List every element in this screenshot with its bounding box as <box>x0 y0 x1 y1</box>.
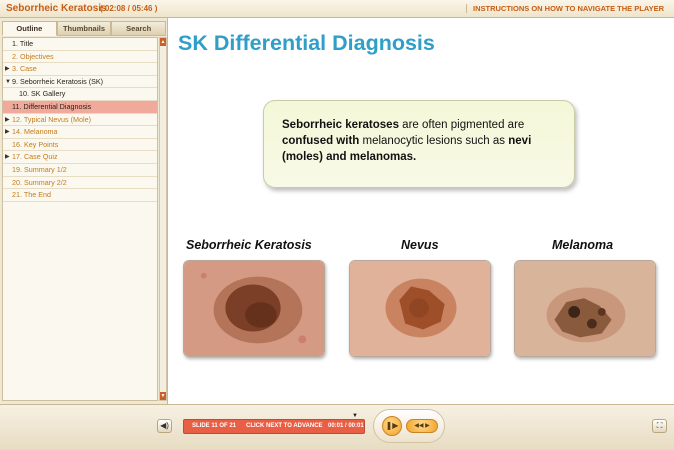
outline-item[interactable]: ▶ 14. Melanoma <box>3 126 157 139</box>
outline-item-label: 3. Case <box>12 64 37 74</box>
outline-item-label: 1. Title <box>12 39 34 48</box>
outline-item-label: 11. Differential Diagnosis <box>12 101 92 111</box>
outline-item-label: 12. Typical Nevus (Mole) <box>12 114 91 124</box>
outline-item[interactable]: ▶ 12. Typical Nevus (Mole) <box>3 114 157 127</box>
callout-text-1: are often pigmented are <box>398 119 525 131</box>
callout-text: Seborrheic keratoses are often pigmented… <box>282 117 562 165</box>
slide-counter: SLIDE 11 OF 21 <box>192 423 237 429</box>
photo-seborrheic-keratosis <box>183 260 325 357</box>
collapsed-arrow-icon[interactable]: ▶ <box>5 126 10 139</box>
outline-item[interactable]: 19. Summary 1/2 <box>3 164 157 177</box>
outline-item[interactable]: ▶ 3. Case <box>3 63 157 76</box>
callout-box: Seborrheic keratoses are often pigmented… <box>263 100 575 188</box>
fullscreen-icon[interactable]: ⛶ <box>652 419 667 433</box>
outline-item[interactable]: 2. Objectives <box>3 51 157 64</box>
callout-text-2: melanocytic lesions such as <box>359 135 509 147</box>
outline-item[interactable]: ▼ 9. Seborrheic Keratosis (SK) <box>3 76 157 89</box>
tab-search[interactable]: Search <box>111 21 167 36</box>
tab-thumbnails[interactable]: Thumbnails <box>56 21 112 36</box>
playback-control-group: ❚▶ ◀◀ ▶ <box>373 409 445 443</box>
player-controls: ◀) SLIDE 11 OF 21 CLICK NEXT TO ADVANCE … <box>0 404 674 450</box>
outline-item[interactable]: 16. Key Points <box>3 139 157 152</box>
collapsed-arrow-icon[interactable]: ▶ <box>5 114 10 127</box>
scroll-down-icon[interactable]: ▼ <box>160 392 166 400</box>
outline-item-label: 2. Objectives <box>12 51 54 61</box>
advance-hint: CLICK NEXT TO ADVANCE <box>246 423 323 429</box>
callout-bold-1: Seborrheic keratoses <box>282 119 399 131</box>
outline-item[interactable]: 11. Differential Diagnosis <box>3 100 157 114</box>
play-pause-button[interactable]: ❚▶ <box>382 416 402 436</box>
seek-buttons[interactable]: ◀◀ ▶ <box>406 419 438 433</box>
instructions-link[interactable]: INSTRUCTIONS ON HOW TO NAVIGATE THE PLAY… <box>466 4 664 13</box>
slide-title: SK Differential Diagnosis <box>178 31 435 55</box>
outline-item[interactable]: ▶ 17. Case Quiz <box>3 151 157 164</box>
callout-bold-2: confused with <box>282 135 360 147</box>
outline-item-label: 21. The End <box>12 190 52 200</box>
caption-melanoma: Melanoma <box>552 238 614 252</box>
outline-scrollbar[interactable]: ▲ ▼ <box>159 37 167 401</box>
tab-outline[interactable]: Outline <box>2 21 57 36</box>
outline-item-label: 10. SK Gallery <box>19 89 66 99</box>
outline-item-label: 17. Case Quiz <box>12 152 58 162</box>
caption-nevus: Nevus <box>401 238 439 252</box>
outline-item-label: 16. Key Points <box>12 139 59 149</box>
photo-nevus <box>349 260 491 357</box>
slide-time: 00:01 / 00:01 <box>328 423 364 429</box>
scroll-up-icon[interactable]: ▲ <box>160 38 166 46</box>
course-time: ( 02:08 / 05:46 ) <box>100 4 158 13</box>
outline-list: 1. Title 2. Objectives ▶ 3. Case ▼ 9. Seborrh… <box>2 37 158 401</box>
sidebar: Outline Thumbnails Search 1. Title 2. Obj… <box>0 18 168 404</box>
playhead-marker-icon[interactable]: ▼ <box>352 413 358 419</box>
collapsed-arrow-icon[interactable]: ▶ <box>5 63 10 76</box>
outline-item[interactable]: 20. Summary 2/2 <box>3 177 157 190</box>
collapsed-arrow-icon[interactable]: ▶ <box>5 151 10 164</box>
outline-item-label: 19. Summary 1/2 <box>12 164 67 174</box>
caption-seborrheic-keratosis: Seborrheic Keratosis <box>186 238 312 252</box>
outline-item-label: 9. Seborrheic Keratosis (SK) <box>12 76 104 86</box>
photo-melanoma <box>514 260 656 357</box>
top-bar: Seborrheic Keratosis ( 02:08 / 05:46 ) I… <box>0 0 674 18</box>
sidebar-tabs: Outline Thumbnails Search <box>2 21 167 36</box>
progress-bar[interactable]: SLIDE 11 OF 21 CLICK NEXT TO ADVANCE 00:… <box>183 419 365 434</box>
outline-item[interactable]: 21. The End <box>3 189 157 202</box>
outline-item[interactable]: 10. SK Gallery <box>3 88 157 101</box>
expanded-arrow-icon[interactable]: ▼ <box>5 76 11 89</box>
volume-icon[interactable]: ◀) <box>157 419 172 433</box>
course-title: Seborrheic Keratosis <box>6 3 107 14</box>
outline-item[interactable]: 1. Title <box>3 38 157 51</box>
outline-item-label: 20. Summary 2/2 <box>12 177 67 187</box>
outline-item-label: 14. Melanoma <box>12 127 58 137</box>
